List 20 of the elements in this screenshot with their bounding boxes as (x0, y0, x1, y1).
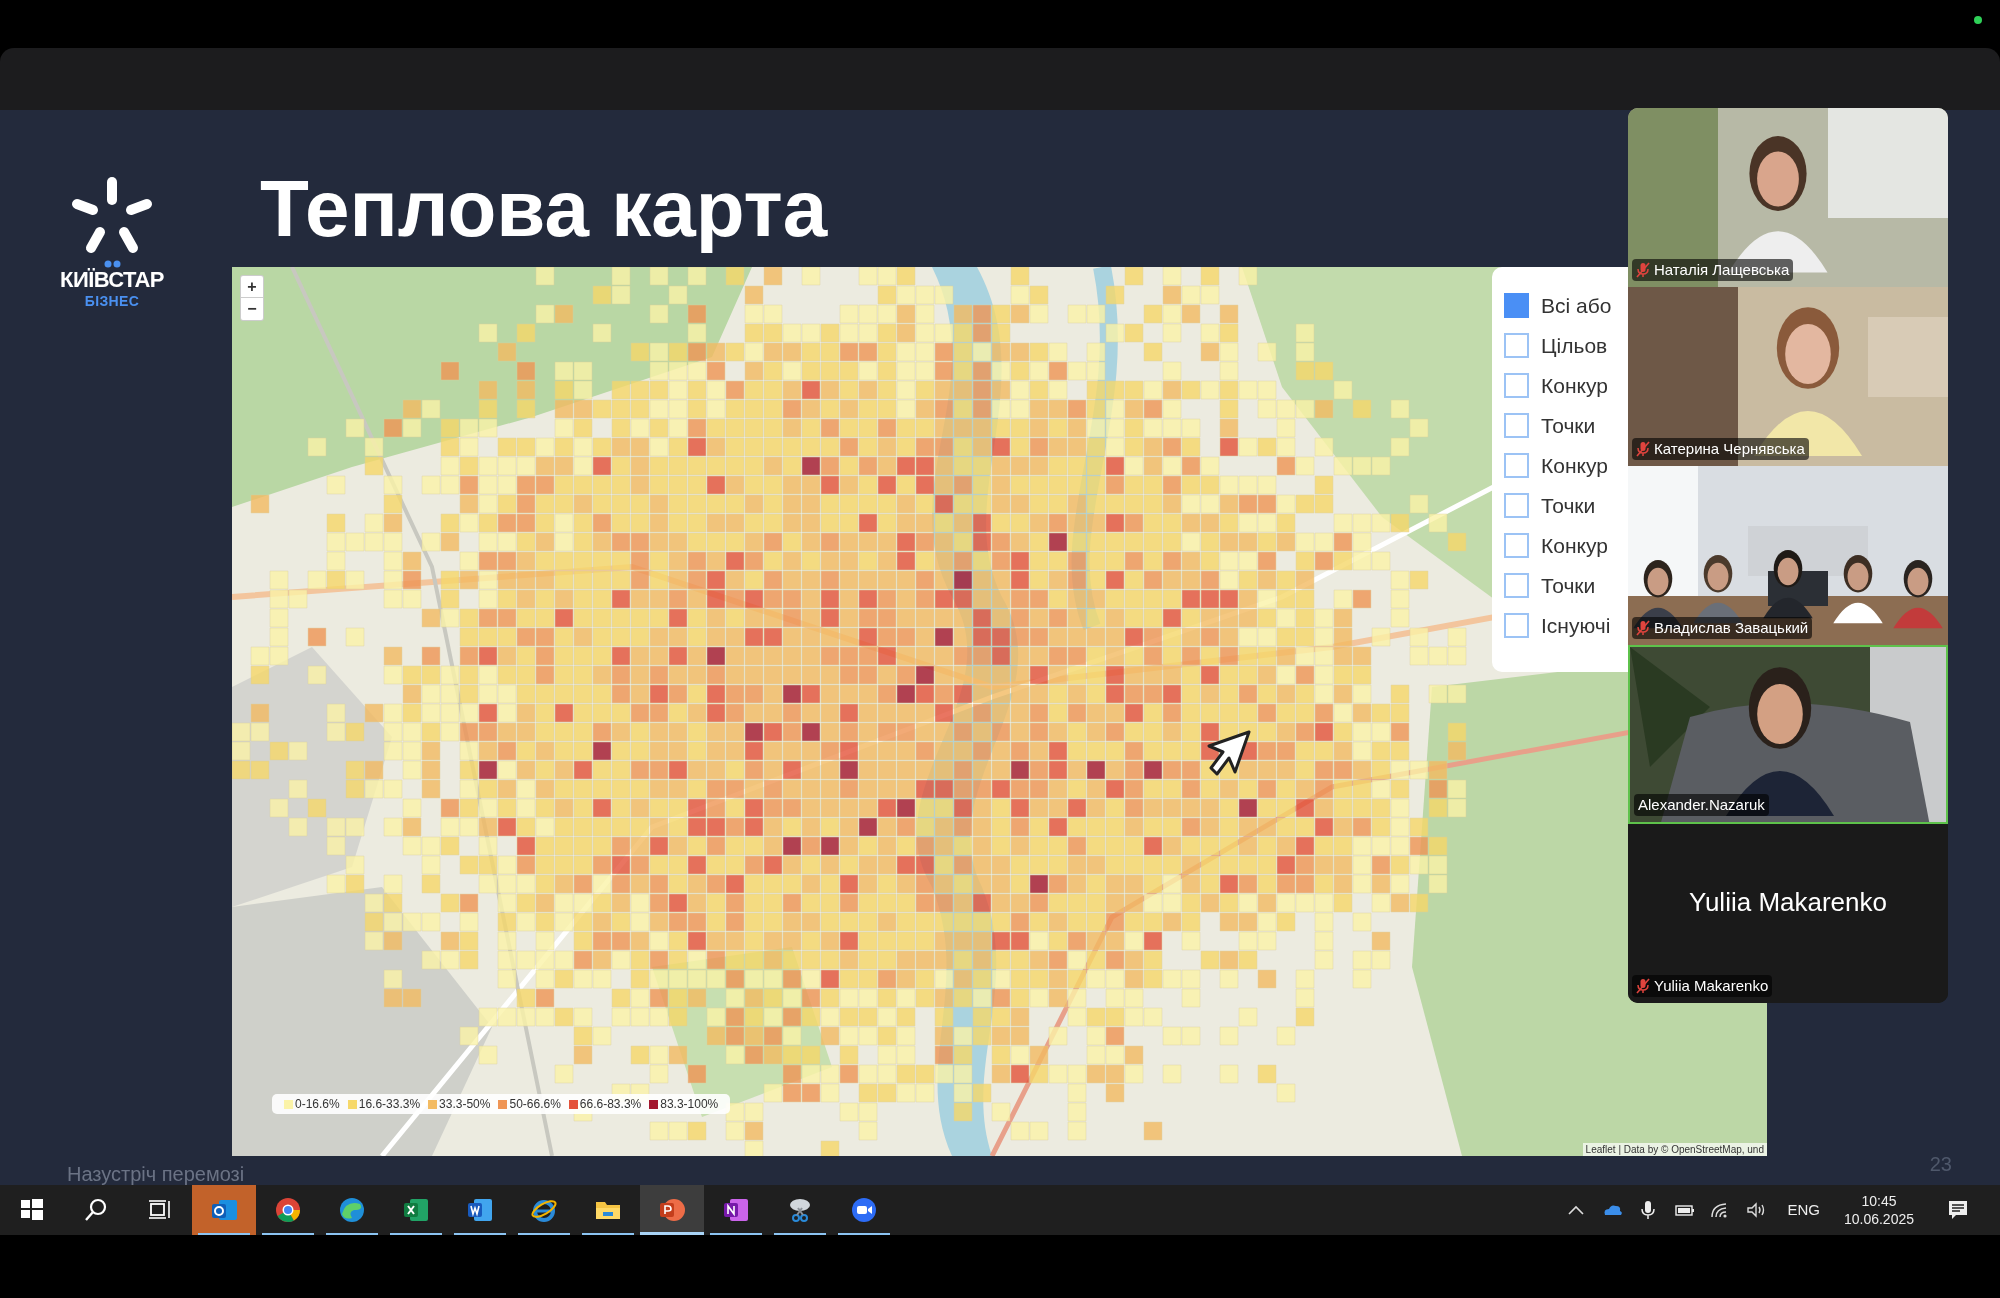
slide-title: Теплова карта (260, 163, 828, 255)
video-camera-icon (850, 1196, 878, 1224)
notes-app-icon (722, 1196, 750, 1224)
dots-icon (104, 260, 122, 268)
browser-icon (274, 1196, 302, 1224)
clock-date[interactable]: 10.06.2025 (1843, 1210, 1914, 1228)
clock-time[interactable]: 10:45 (1861, 1192, 1897, 1210)
windows-logo-icon (19, 1197, 45, 1223)
search-icon (83, 1197, 109, 1223)
document-app-icon (466, 1196, 494, 1224)
presentation-app-icon (658, 1196, 686, 1224)
language-indicator[interactable]: ENG (1787, 1198, 1820, 1222)
notifications-icon[interactable] (1946, 1198, 1970, 1222)
spreadsheet-app-icon (402, 1196, 430, 1224)
logo-tagline: БІЗНЕС (84, 292, 140, 310)
slide-footer: Назустріч перемозі (67, 1163, 245, 1185)
indicator-dot-icon (1974, 16, 1982, 24)
presentation-app-button[interactable] (640, 1185, 704, 1235)
logo-wordmark: КИЇВСТАР (60, 268, 164, 292)
swirl-browser-icon (338, 1196, 366, 1224)
